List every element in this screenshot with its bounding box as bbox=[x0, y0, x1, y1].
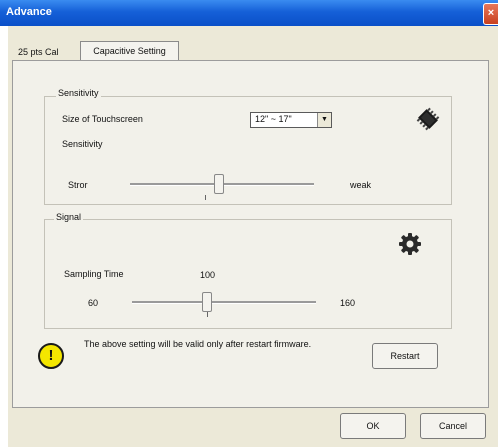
gear-icon bbox=[399, 233, 421, 255]
tab-capacitive-setting[interactable]: Capacitive Setting bbox=[80, 41, 179, 60]
sensitivity-slider-thumb[interactable] bbox=[214, 174, 225, 194]
signal-group-label: Signal bbox=[54, 212, 84, 222]
title-bar: Advance × bbox=[0, 0, 498, 27]
close-icon[interactable]: × bbox=[483, 3, 498, 25]
touchscreen-size-value: 12" ~ 17" bbox=[255, 114, 292, 124]
sampling-slider-tick bbox=[207, 312, 208, 317]
sampling-min-label: 60 bbox=[88, 298, 99, 308]
window-title: Advance bbox=[6, 6, 52, 18]
sensitivity-group bbox=[44, 96, 452, 205]
sampling-slider-track[interactable] bbox=[132, 301, 316, 304]
sensitivity-group-label: Sensitivity bbox=[56, 88, 101, 98]
window-frame-left bbox=[0, 26, 8, 447]
restart-button[interactable]: Restart bbox=[372, 343, 438, 369]
tab-25-pts-cal[interactable]: 25 pts Cal bbox=[18, 44, 76, 60]
ok-button[interactable]: OK bbox=[340, 413, 406, 439]
sensitivity-slider-tick bbox=[205, 195, 206, 200]
size-of-touchscreen-label: Size of Touchscreen bbox=[62, 114, 143, 124]
sampling-max-label: 160 bbox=[340, 298, 356, 308]
touchscreen-size-select[interactable]: 12" ~ 17" ▼ bbox=[250, 112, 332, 128]
restart-notice-text: The above setting will be valid only aft… bbox=[84, 339, 312, 349]
sensitivity-label: Sensitivity bbox=[62, 139, 103, 149]
sensitivity-weak-label: weak bbox=[350, 180, 372, 190]
sampling-time-label: Sampling Time bbox=[64, 269, 124, 279]
sampling-time-value: 100 bbox=[200, 270, 216, 280]
warning-icon: ! bbox=[38, 343, 64, 369]
chevron-down-icon[interactable]: ▼ bbox=[317, 113, 331, 127]
chip-icon bbox=[416, 107, 440, 131]
sensitivity-strong-label: Stror bbox=[68, 180, 88, 190]
cancel-button[interactable]: Cancel bbox=[420, 413, 486, 439]
sampling-slider-thumb[interactable] bbox=[201, 292, 212, 312]
